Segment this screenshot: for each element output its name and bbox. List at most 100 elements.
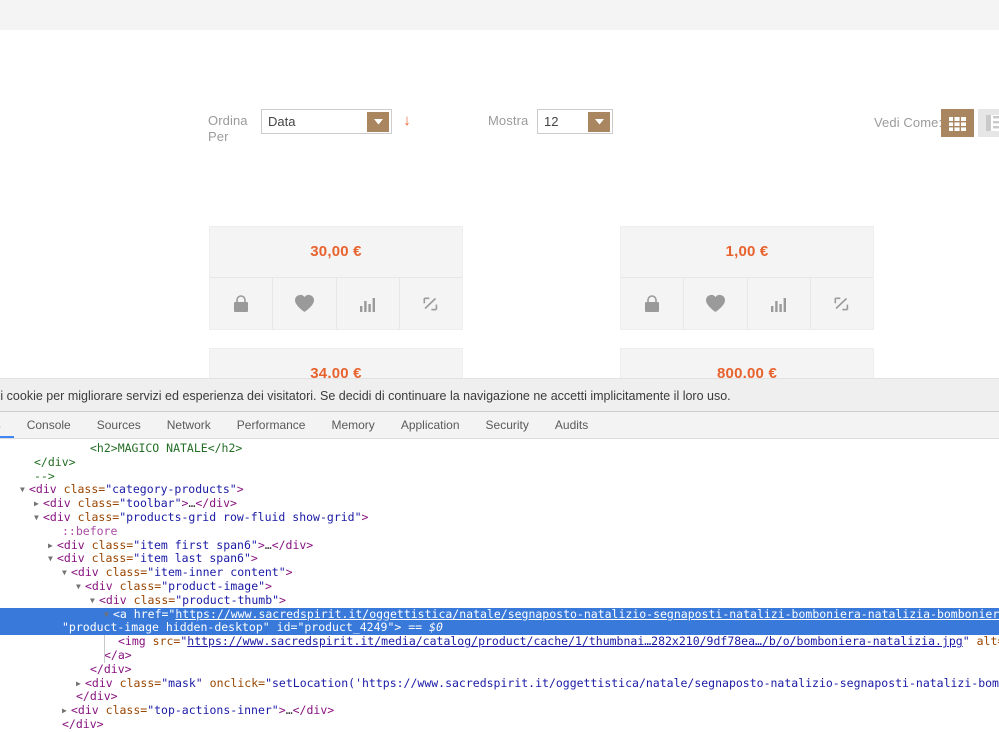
add-to-cart-icon[interactable] bbox=[621, 278, 684, 329]
wishlist-heart-icon[interactable] bbox=[273, 278, 336, 329]
tab-audits[interactable]: Audits bbox=[542, 412, 601, 438]
dom-node-img[interactable]: <img src="https://www.sacredspirit.it/me… bbox=[0, 635, 999, 649]
dom-node-item-first[interactable]: ▶<div class="item first span6">…</div> bbox=[0, 539, 999, 553]
tag-open: <img bbox=[118, 634, 146, 648]
img-src-value[interactable]: https://www.sacredspirit.it/media/catalo… bbox=[187, 634, 962, 648]
tag-open: <div bbox=[85, 676, 113, 690]
view-as-label: Vedi Come: bbox=[874, 115, 942, 131]
attr-class: class= bbox=[120, 676, 162, 690]
dom-node-close-thumb[interactable]: </div> bbox=[0, 663, 999, 677]
attr-value: "item first span6" bbox=[133, 538, 258, 552]
dom-node-product-image[interactable]: ▼<div class="product-image"> bbox=[0, 580, 999, 594]
anchor-href-value[interactable]: https://www.sacredspirit.it/oggettistica… bbox=[175, 607, 999, 621]
tab-performance[interactable]: Performance bbox=[224, 412, 319, 438]
tag-close-bracket: > bbox=[279, 593, 286, 607]
triangle-collapsed-icon[interactable]: ▶ bbox=[48, 539, 57, 553]
attr-class: class= bbox=[134, 593, 176, 607]
website-page-region: Ordina Per Data ↓ Mostra 12 Vedi Come: bbox=[0, 0, 999, 411]
tag-close-bracket: > bbox=[279, 703, 286, 717]
sort-by-label: Ordina Per bbox=[208, 113, 258, 145]
triangle-expanded-icon[interactable]: ▼ bbox=[104, 608, 113, 622]
attr-class: class= bbox=[120, 579, 162, 593]
tag-end: </div> bbox=[195, 496, 237, 510]
attr-class: class= bbox=[78, 496, 120, 510]
dom-node-mask[interactable]: ▶<div class="mask" onclick="setLocation(… bbox=[0, 677, 999, 691]
wishlist-heart-icon[interactable] bbox=[684, 278, 747, 329]
grid-view-icon[interactable] bbox=[941, 109, 974, 137]
dom-node-close-product-image[interactable]: </div> bbox=[0, 690, 999, 704]
ellipsis: … bbox=[265, 538, 272, 552]
triangle-expanded-icon[interactable]: ▼ bbox=[20, 483, 29, 497]
quickview-expand-icon[interactable] bbox=[400, 278, 462, 329]
page-top-bar bbox=[0, 0, 999, 30]
dom-node-category-products[interactable]: ▼<div class="category-products"> bbox=[0, 483, 999, 497]
triangle-expanded-icon[interactable]: ▼ bbox=[90, 594, 99, 608]
tab-security[interactable]: Security bbox=[473, 412, 542, 438]
triangle-collapsed-icon[interactable]: ▶ bbox=[62, 704, 71, 718]
dom-node-selected-anchor[interactable]: ▼<a href="https://www.sacredspirit.it/og… bbox=[0, 608, 999, 622]
ellipsis: … bbox=[286, 703, 293, 717]
dom-node-products-grid[interactable]: ▼<div class="products-grid row-fluid sho… bbox=[0, 511, 999, 525]
tag-open: <div bbox=[43, 510, 71, 524]
tag-close-bracket: > bbox=[237, 482, 244, 496]
tag-close-bracket: > bbox=[251, 551, 258, 565]
triangle-expanded-icon[interactable]: ▼ bbox=[34, 511, 43, 525]
triangle-expanded-icon[interactable]: ▼ bbox=[76, 580, 85, 594]
tag-end: </a> bbox=[104, 648, 132, 662]
dom-node-product-thumb[interactable]: ▼<div class="product-thumb"> bbox=[0, 594, 999, 608]
dom-node-close-a[interactable]: </a> bbox=[0, 649, 999, 663]
triangle-expanded-icon[interactable]: ▼ bbox=[62, 566, 71, 580]
sort-by-select[interactable]: Data bbox=[261, 109, 392, 134]
tab-elements[interactable]: ents bbox=[0, 412, 14, 438]
list-view-icon[interactable] bbox=[978, 109, 999, 137]
attr-src: src= bbox=[153, 634, 181, 648]
comment-text: --> bbox=[34, 469, 55, 483]
dom-node-item-inner[interactable]: ▼<div class="item-inner content"> bbox=[0, 566, 999, 580]
tab-console[interactable]: Console bbox=[14, 412, 84, 438]
quickview-expand-icon[interactable] bbox=[811, 278, 873, 329]
tab-application[interactable]: Application bbox=[388, 412, 473, 438]
dom-node-selected-anchor-line2[interactable]: "product-image hidden-desktop" id="produ… bbox=[0, 621, 999, 635]
devtools-tab-bar: ents Console Sources Network Performance… bbox=[0, 412, 999, 439]
triangle-collapsed-icon[interactable]: ▶ bbox=[34, 497, 43, 511]
show-per-page-select[interactable]: 12 bbox=[537, 109, 613, 134]
attr-value: "product-image" bbox=[161, 579, 265, 593]
arrow-down-icon[interactable]: ↓ bbox=[401, 112, 413, 130]
tab-memory[interactable]: Memory bbox=[318, 412, 387, 438]
attr-class: class= bbox=[106, 565, 148, 579]
dom-node-pseudo-before[interactable]: ::before bbox=[0, 525, 999, 539]
cookie-notice-text: a i cookie per migliorare servizi ed esp… bbox=[0, 389, 731, 403]
tab-sources[interactable]: Sources bbox=[84, 412, 154, 438]
attr-value: "item last span6" bbox=[133, 551, 251, 565]
triangle-expanded-icon[interactable]: ▼ bbox=[48, 552, 57, 566]
dom-node-comment-closediv[interactable]: </div> bbox=[0, 456, 999, 470]
dom-node-top-actions-inner[interactable]: ▶<div class="top-actions-inner">…</div> bbox=[0, 704, 999, 718]
chevron-down-icon[interactable] bbox=[367, 112, 389, 132]
triangle-collapsed-icon[interactable]: ▶ bbox=[76, 677, 85, 691]
attr-class: class= bbox=[64, 482, 106, 496]
dom-node-close-item-inner[interactable]: </div> bbox=[0, 718, 999, 732]
product-card[interactable]: 30,00 € bbox=[209, 226, 463, 330]
show-selected-value: 12 bbox=[544, 114, 558, 129]
sort-by-selected-value: Data bbox=[268, 114, 295, 129]
tag-end: </div> bbox=[293, 703, 335, 717]
tag-end: </div> bbox=[62, 717, 104, 731]
dom-node-comment-h2[interactable]: <h2>MAGICO NATALE</h2> bbox=[0, 442, 999, 456]
add-to-cart-icon[interactable] bbox=[210, 278, 273, 329]
dom-node-item-last[interactable]: ▼<div class="item last span6"> bbox=[0, 552, 999, 566]
devtools-panel: ents Console Sources Network Performance… bbox=[0, 411, 999, 732]
cookie-notice-bar: a i cookie per migliorare servizi ed esp… bbox=[0, 378, 999, 411]
indent-guide bbox=[104, 635, 105, 649]
onclick-value: setLocation('https://www.sacredspirit.it… bbox=[272, 676, 999, 690]
tag-open: <div bbox=[57, 551, 85, 565]
compare-chart-icon[interactable] bbox=[337, 278, 400, 329]
chevron-down-icon[interactable] bbox=[588, 112, 610, 132]
tab-network[interactable]: Network bbox=[154, 412, 224, 438]
dom-node-comment-end[interactable]: --> bbox=[0, 470, 999, 484]
dom-tree[interactable]: <h2>MAGICO NATALE</h2> </div> --> ▼<div … bbox=[0, 439, 999, 732]
dom-node-toolbar[interactable]: ▶<div class="toolbar">…</div> bbox=[0, 497, 999, 511]
compare-chart-icon[interactable] bbox=[748, 278, 811, 329]
attr-value: "mask" bbox=[161, 676, 203, 690]
product-card[interactable]: 1,00 € bbox=[620, 226, 874, 330]
anchor-class-value: "product-image hidden-desktop" bbox=[62, 620, 270, 634]
